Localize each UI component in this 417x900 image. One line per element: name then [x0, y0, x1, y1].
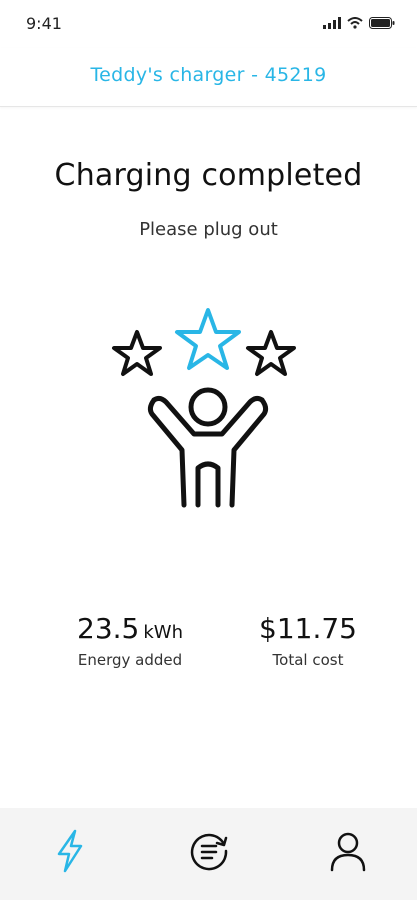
signal-icon — [323, 17, 341, 29]
energy-value: 23.5 — [77, 612, 140, 645]
left-star-icon — [112, 330, 162, 376]
history-list-icon — [190, 833, 227, 871]
energy-unit: kWh — [143, 622, 183, 643]
center-star-icon — [175, 308, 241, 370]
energy-label: Energy added — [77, 651, 183, 669]
nav-history[interactable] — [179, 821, 239, 881]
lightning-icon — [57, 829, 82, 873]
person-arm-left — [151, 395, 265, 437]
status-bar: 9:41 — [0, 0, 417, 48]
cost-label: Total cost — [272, 651, 344, 669]
person-legs — [195, 461, 221, 508]
nav-profile[interactable] — [318, 821, 378, 881]
cost-stat: $11.75 Total cost — [218, 612, 398, 669]
bottom-nav — [0, 808, 417, 900]
person-head — [188, 387, 228, 427]
header: Teddy's charger - 45219 — [0, 48, 417, 107]
status-icons — [323, 17, 395, 29]
page-subtitle: Please plug out — [139, 219, 278, 240]
user-icon — [330, 832, 365, 872]
cost-value: $11.75 — [259, 612, 357, 645]
battery-icon — [369, 17, 395, 29]
energy-value-row: 23.5 kWh — [40, 612, 220, 645]
page-title: Charging completed — [54, 158, 363, 193]
charger-title: Teddy's charger - 45219 — [90, 64, 327, 86]
wifi-icon — [347, 17, 363, 29]
right-star-icon — [246, 330, 296, 376]
nav-charging[interactable] — [40, 821, 100, 881]
celebrating-person-with-stars-icon — [112, 308, 296, 508]
status-time: 9:41 — [26, 14, 62, 33]
energy-stat: 23.5 kWh Energy added — [40, 612, 220, 669]
